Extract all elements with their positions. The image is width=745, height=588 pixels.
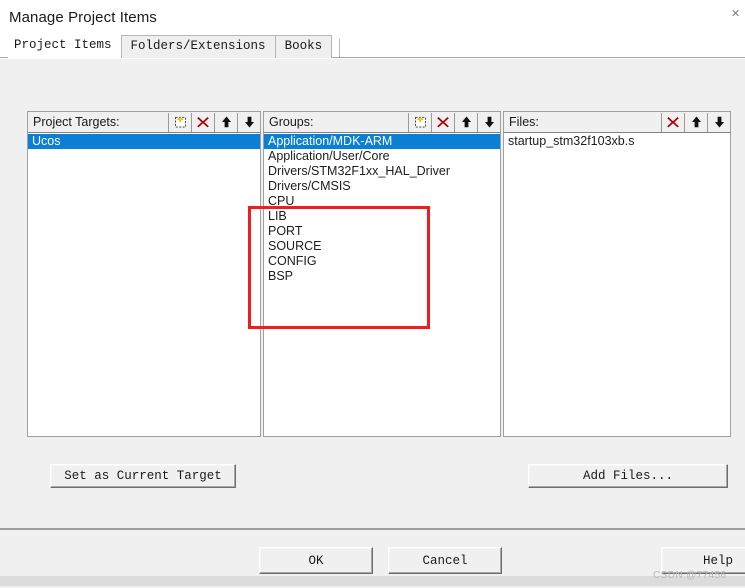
project-targets-header: Project Targets:	[27, 111, 261, 132]
move-up-icon[interactable]	[454, 112, 477, 132]
list-item[interactable]: PORT	[264, 224, 500, 239]
window-titlebar: Manage Project Items ✕	[0, 0, 745, 34]
delete-icon[interactable]	[661, 112, 684, 132]
set-as-current-target-button[interactable]: Set as Current Target	[50, 464, 236, 488]
list-item[interactable]: CPU	[264, 194, 500, 209]
files-label: Files:	[509, 115, 539, 129]
delete-icon[interactable]	[191, 112, 214, 132]
window-title: Manage Project Items	[9, 8, 157, 26]
groups-list[interactable]: Application/MDK-ARM Application/User/Cor…	[263, 132, 501, 437]
list-item[interactable]: startup_stm32f103xb.s	[504, 134, 730, 149]
window-bottom-edge	[0, 576, 745, 586]
list-item[interactable]: Application/User/Core	[264, 149, 500, 164]
tab-bar: Project Items Folders/Extensions Books	[0, 34, 745, 58]
delete-icon[interactable]	[431, 112, 454, 132]
tab-project-items[interactable]: Project Items	[8, 35, 122, 58]
list-item[interactable]: SOURCE	[264, 239, 500, 254]
dialog-content-area: Project Targets: Ucos Groups: Applicatio…	[0, 58, 745, 529]
project-targets-label: Project Targets:	[33, 115, 120, 129]
list-item[interactable]: BSP	[264, 269, 500, 284]
list-item[interactable]: Drivers/CMSIS	[264, 179, 500, 194]
move-down-icon[interactable]	[477, 112, 500, 132]
move-down-icon[interactable]	[707, 112, 730, 132]
move-up-icon[interactable]	[214, 112, 237, 132]
watermark: CSDN @77456	[653, 570, 727, 581]
list-item[interactable]: LIB	[264, 209, 500, 224]
project-targets-panel: Project Targets: Ucos	[27, 111, 261, 437]
new-item-icon[interactable]	[168, 112, 191, 132]
move-up-icon[interactable]	[684, 112, 707, 132]
new-item-icon[interactable]	[408, 112, 431, 132]
files-panel: Files: startup_stm32f103xb.s	[503, 111, 731, 437]
project-targets-list[interactable]: Ucos	[27, 132, 261, 437]
close-icon[interactable]: ✕	[731, 8, 743, 20]
list-item[interactable]: Ucos	[28, 134, 260, 149]
groups-panel: Groups: Application/MDK-ARM Application/…	[263, 111, 501, 437]
move-down-icon[interactable]	[237, 112, 260, 132]
files-header: Files:	[503, 111, 731, 132]
tab-strip-end-divider	[339, 39, 341, 58]
tab-folders-extensions[interactable]: Folders/Extensions	[120, 35, 276, 58]
list-item[interactable]: Drivers/STM32F1xx_HAL_Driver	[264, 164, 500, 179]
list-item[interactable]: CONFIG	[264, 254, 500, 269]
ok-button[interactable]: OK	[259, 547, 373, 574]
add-files-button[interactable]: Add Files...	[528, 464, 728, 488]
groups-header: Groups:	[263, 111, 501, 132]
cancel-button[interactable]: Cancel	[388, 547, 502, 574]
list-item[interactable]: Application/MDK-ARM	[264, 134, 500, 149]
tab-books[interactable]: Books	[274, 35, 333, 58]
groups-label: Groups:	[269, 115, 314, 129]
files-list[interactable]: startup_stm32f103xb.s	[503, 132, 731, 437]
